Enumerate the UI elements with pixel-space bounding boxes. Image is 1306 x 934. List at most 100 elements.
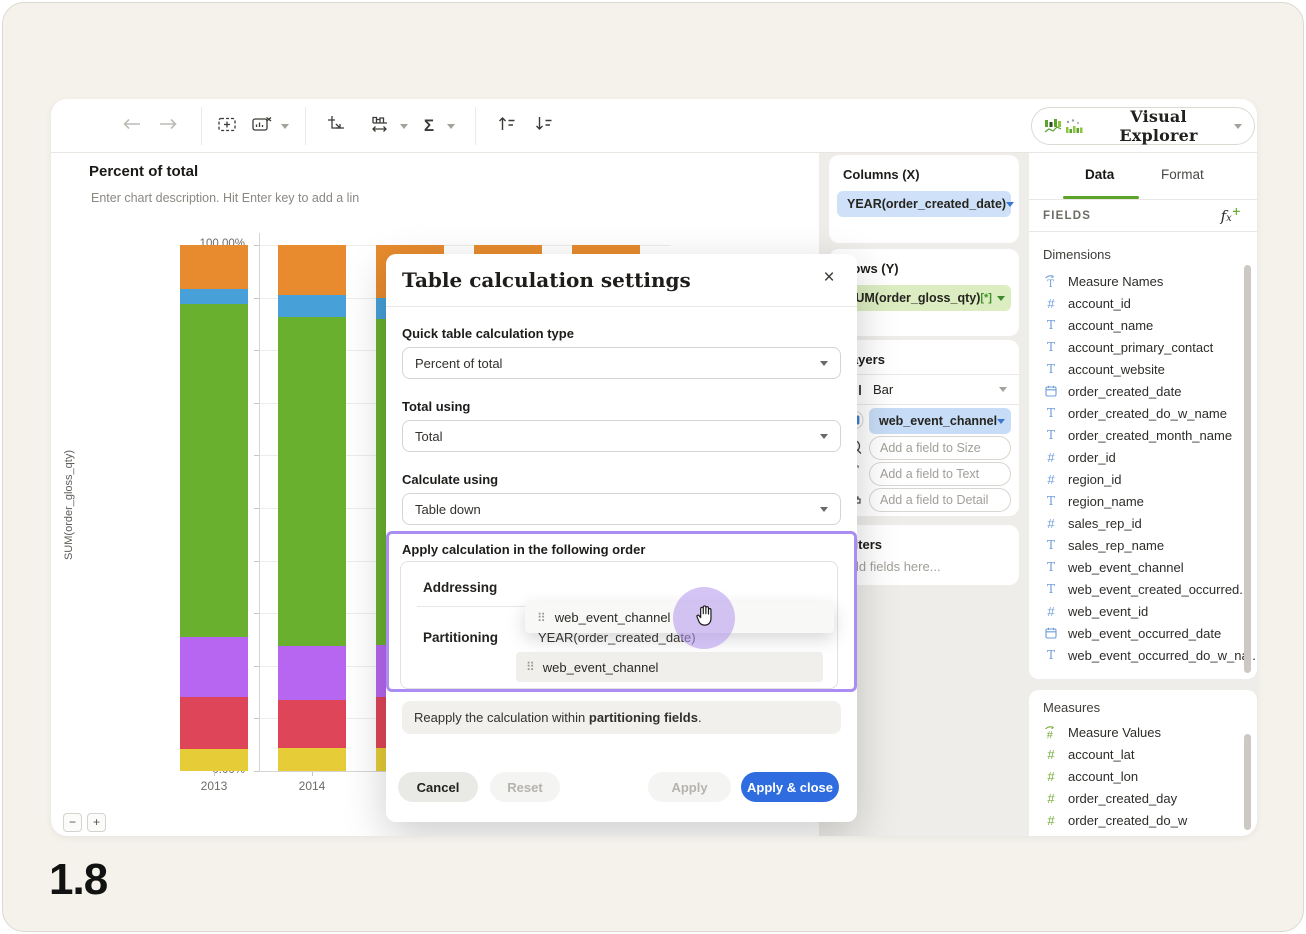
sort-ascending-button[interactable] (492, 112, 520, 140)
field-item[interactable]: #account_lon (1043, 766, 1138, 786)
bar-segment-green[interactable] (180, 304, 248, 636)
cancel-button[interactable]: Cancel (398, 772, 478, 802)
text-field[interactable]: Add a field to Text (869, 462, 1011, 486)
field-label: account_id (1068, 296, 1131, 311)
field-item[interactable]: Taccount_primary_contact (1043, 337, 1213, 357)
apply-close-button[interactable]: Apply & close (741, 772, 839, 802)
field-item[interactable]: Tweb_event_created_occurred... (1043, 579, 1250, 599)
bar-segment-orange[interactable] (180, 245, 248, 289)
detail-field[interactable]: Add a field to Detail (869, 488, 1011, 512)
bar-segment-orange[interactable] (278, 245, 346, 295)
tab-data[interactable]: Data (1085, 167, 1114, 182)
field-item[interactable]: #order_id (1043, 447, 1116, 467)
mark-type-label: Bar (873, 382, 893, 397)
field-item[interactable]: Taccount_website (1043, 359, 1165, 379)
bin-settings-button[interactable] (366, 112, 394, 140)
field-item[interactable]: web_event_occurred_date (1043, 623, 1221, 643)
field-item[interactable]: Tweb_event_channel (1043, 557, 1184, 577)
bar-segment-purple[interactable] (180, 637, 248, 697)
mark-type-row[interactable]: Bar (829, 374, 1019, 404)
nav-forward-button[interactable] (154, 112, 182, 140)
columns-field-pill[interactable]: YEAR(order_created_date) (837, 191, 1011, 217)
apply-button[interactable]: Apply (648, 772, 731, 802)
total-using-select[interactable]: Total (402, 420, 841, 452)
chevron-down-icon[interactable] (400, 124, 408, 129)
field-label: account_lat (1068, 747, 1135, 762)
tab-format[interactable]: Format (1161, 167, 1204, 182)
field-item[interactable]: #web_event_id (1043, 601, 1148, 621)
add-chart-button[interactable] (214, 112, 242, 140)
fields-header: FIELDS (1043, 210, 1091, 222)
text-icon: T (1043, 582, 1059, 596)
sort-ascending-icon (498, 116, 515, 136)
layers-color-pill[interactable]: web_event_channel (869, 408, 1011, 434)
size-field[interactable]: Add a field to Size (869, 436, 1011, 460)
dragged-field-label: web_event_channel (555, 610, 671, 625)
chart-title: Percent of total (89, 163, 198, 180)
calculate-using-select[interactable]: Table down (402, 493, 841, 525)
zoom-out-button[interactable]: − (63, 813, 82, 832)
sort-descending-button[interactable] (529, 112, 557, 140)
bar-segment-yellow[interactable] (278, 748, 346, 771)
bar-segment-blue[interactable] (278, 295, 346, 317)
zoom-in-button[interactable]: + (87, 813, 106, 832)
chart-description[interactable]: Enter chart description. Hit Enter key t… (91, 191, 359, 205)
field-item[interactable]: #Measure Values (1043, 722, 1161, 742)
partitioning-item-pill[interactable]: ⠿ web_event_channel (516, 652, 823, 682)
chevron-down-icon[interactable] (447, 124, 455, 129)
field-label: region_id (1068, 472, 1122, 487)
filters-placeholder[interactable]: Add fields here... (843, 559, 941, 574)
bar-segment-purple[interactable] (278, 646, 346, 700)
chart-type-selector[interactable]: Visual Explorer (1031, 107, 1255, 145)
adjust-axes-button[interactable] (322, 112, 350, 140)
field-item[interactable]: # (1043, 832, 1068, 836)
bar-segment-blue[interactable] (180, 289, 248, 305)
bar-segment-red[interactable] (278, 700, 346, 748)
chevron-down-icon[interactable] (281, 124, 289, 129)
field-item[interactable]: #region_id (1043, 469, 1122, 489)
fx-plus-icon: fx+ (1221, 207, 1241, 225)
field-item[interactable]: Torder_created_do_w_name (1043, 403, 1227, 423)
bar-segment-yellow[interactable] (180, 749, 248, 771)
text-icon: T (1043, 318, 1059, 332)
field-item[interactable]: #sales_rep_id (1043, 513, 1142, 533)
measures-scrollbar[interactable] (1244, 734, 1251, 830)
field-item[interactable]: Tweb_event_occurred_do_w_na... (1043, 645, 1257, 665)
rows-field-pill[interactable]: SUM(order_gloss_qty) [*] (837, 285, 1011, 311)
remove-chart-button[interactable] (248, 112, 276, 140)
chevron-down-icon (997, 419, 1005, 424)
text-icon: T (1043, 494, 1059, 508)
measures-label: Measures (1043, 700, 1100, 715)
dimensions-label: Dimensions (1043, 247, 1111, 262)
field-item[interactable]: order_created_date (1043, 381, 1181, 401)
drag-handle-icon: ⠿ (537, 611, 546, 625)
text-icon: T (1043, 648, 1059, 662)
toolbar: Σ Visual Explorer (51, 99, 1257, 153)
field-item[interactable]: Tregion_name (1043, 491, 1144, 511)
modal-title: Table calculation settings (402, 268, 691, 292)
measures-panel: Measures #Measure Values#account_lat#acc… (1029, 690, 1257, 836)
partitioning-label: Partitioning (423, 630, 498, 645)
partitioning-item-label: web_event_channel (543, 660, 659, 675)
bar-segment-red[interactable] (180, 697, 248, 749)
dimensions-scrollbar[interactable] (1244, 265, 1251, 673)
adjust-axes-icon (327, 115, 345, 138)
aggregate-button[interactable]: Σ (415, 112, 443, 140)
drag-handle-icon[interactable]: ⠿ (526, 660, 535, 674)
forward-arrow-icon (159, 117, 177, 135)
field-item[interactable]: #order_created_day (1043, 788, 1177, 808)
field-item[interactable]: #order_created_do_w (1043, 810, 1187, 830)
quick-calc-select[interactable]: Percent of total (402, 347, 841, 379)
bar-segment-green[interactable] (278, 317, 346, 646)
field-item[interactable]: #account_lat (1043, 744, 1135, 764)
field-item[interactable]: TMeasure Names (1043, 271, 1163, 291)
field-item[interactable]: Taccount_name (1043, 315, 1153, 335)
reset-button[interactable]: Reset (490, 772, 560, 802)
nav-back-button[interactable] (118, 112, 146, 140)
close-button[interactable]: × (817, 267, 841, 289)
field-item[interactable]: Torder_created_month_name (1043, 425, 1232, 445)
field-item[interactable]: #account_id (1043, 293, 1131, 313)
add-calculation-button[interactable]: fx+ (1221, 205, 1241, 225)
field-item[interactable]: Tsales_rep_name (1043, 535, 1164, 555)
field-label: order_id (1068, 450, 1116, 465)
